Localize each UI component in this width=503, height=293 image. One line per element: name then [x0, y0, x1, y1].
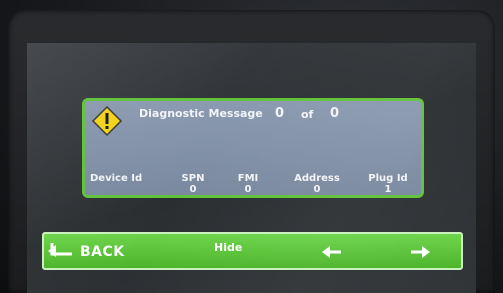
back-button[interactable]: BACK: [48, 240, 125, 264]
bottom-toolbar: BACK Hide: [42, 232, 463, 270]
hide-button[interactable]: Hide: [214, 241, 242, 254]
plug-id-column: Plug Id 1: [368, 173, 408, 195]
device-id-label: Device Id: [90, 173, 143, 184]
diagnostic-title: Diagnostic Message: [139, 107, 263, 120]
warning-icon: [91, 105, 123, 137]
address-label: Address: [294, 173, 340, 184]
of-label: of: [301, 108, 314, 121]
spn-label: SPN: [181, 173, 205, 184]
back-arrow-icon: [48, 242, 80, 262]
arrow-left-icon[interactable]: [322, 244, 342, 263]
fmi-column: FMI 0: [236, 173, 260, 195]
device-photo: Diagnostic Message 0 of 0 Device Id SPN …: [0, 0, 503, 293]
plug-id-value: 1: [384, 184, 392, 195]
diagnostic-panel: Diagnostic Message 0 of 0 Device Id SPN …: [82, 98, 424, 198]
arrow-right-icon[interactable]: [410, 244, 430, 263]
fmi-label: FMI: [237, 173, 259, 184]
spn-column: SPN 0: [181, 173, 205, 195]
message-index: 0: [275, 106, 285, 121]
display-screen: Diagnostic Message 0 of 0 Device Id SPN …: [27, 43, 476, 293]
address-value: 0: [313, 184, 321, 195]
message-total: 0: [330, 106, 340, 121]
address-column: Address 0: [293, 173, 341, 195]
plug-id-label: Plug Id: [368, 173, 408, 184]
back-label: BACK: [80, 244, 125, 260]
fmi-value: 0: [244, 184, 252, 195]
device-id-column: Device Id: [90, 173, 142, 184]
spn-value: 0: [189, 184, 197, 195]
